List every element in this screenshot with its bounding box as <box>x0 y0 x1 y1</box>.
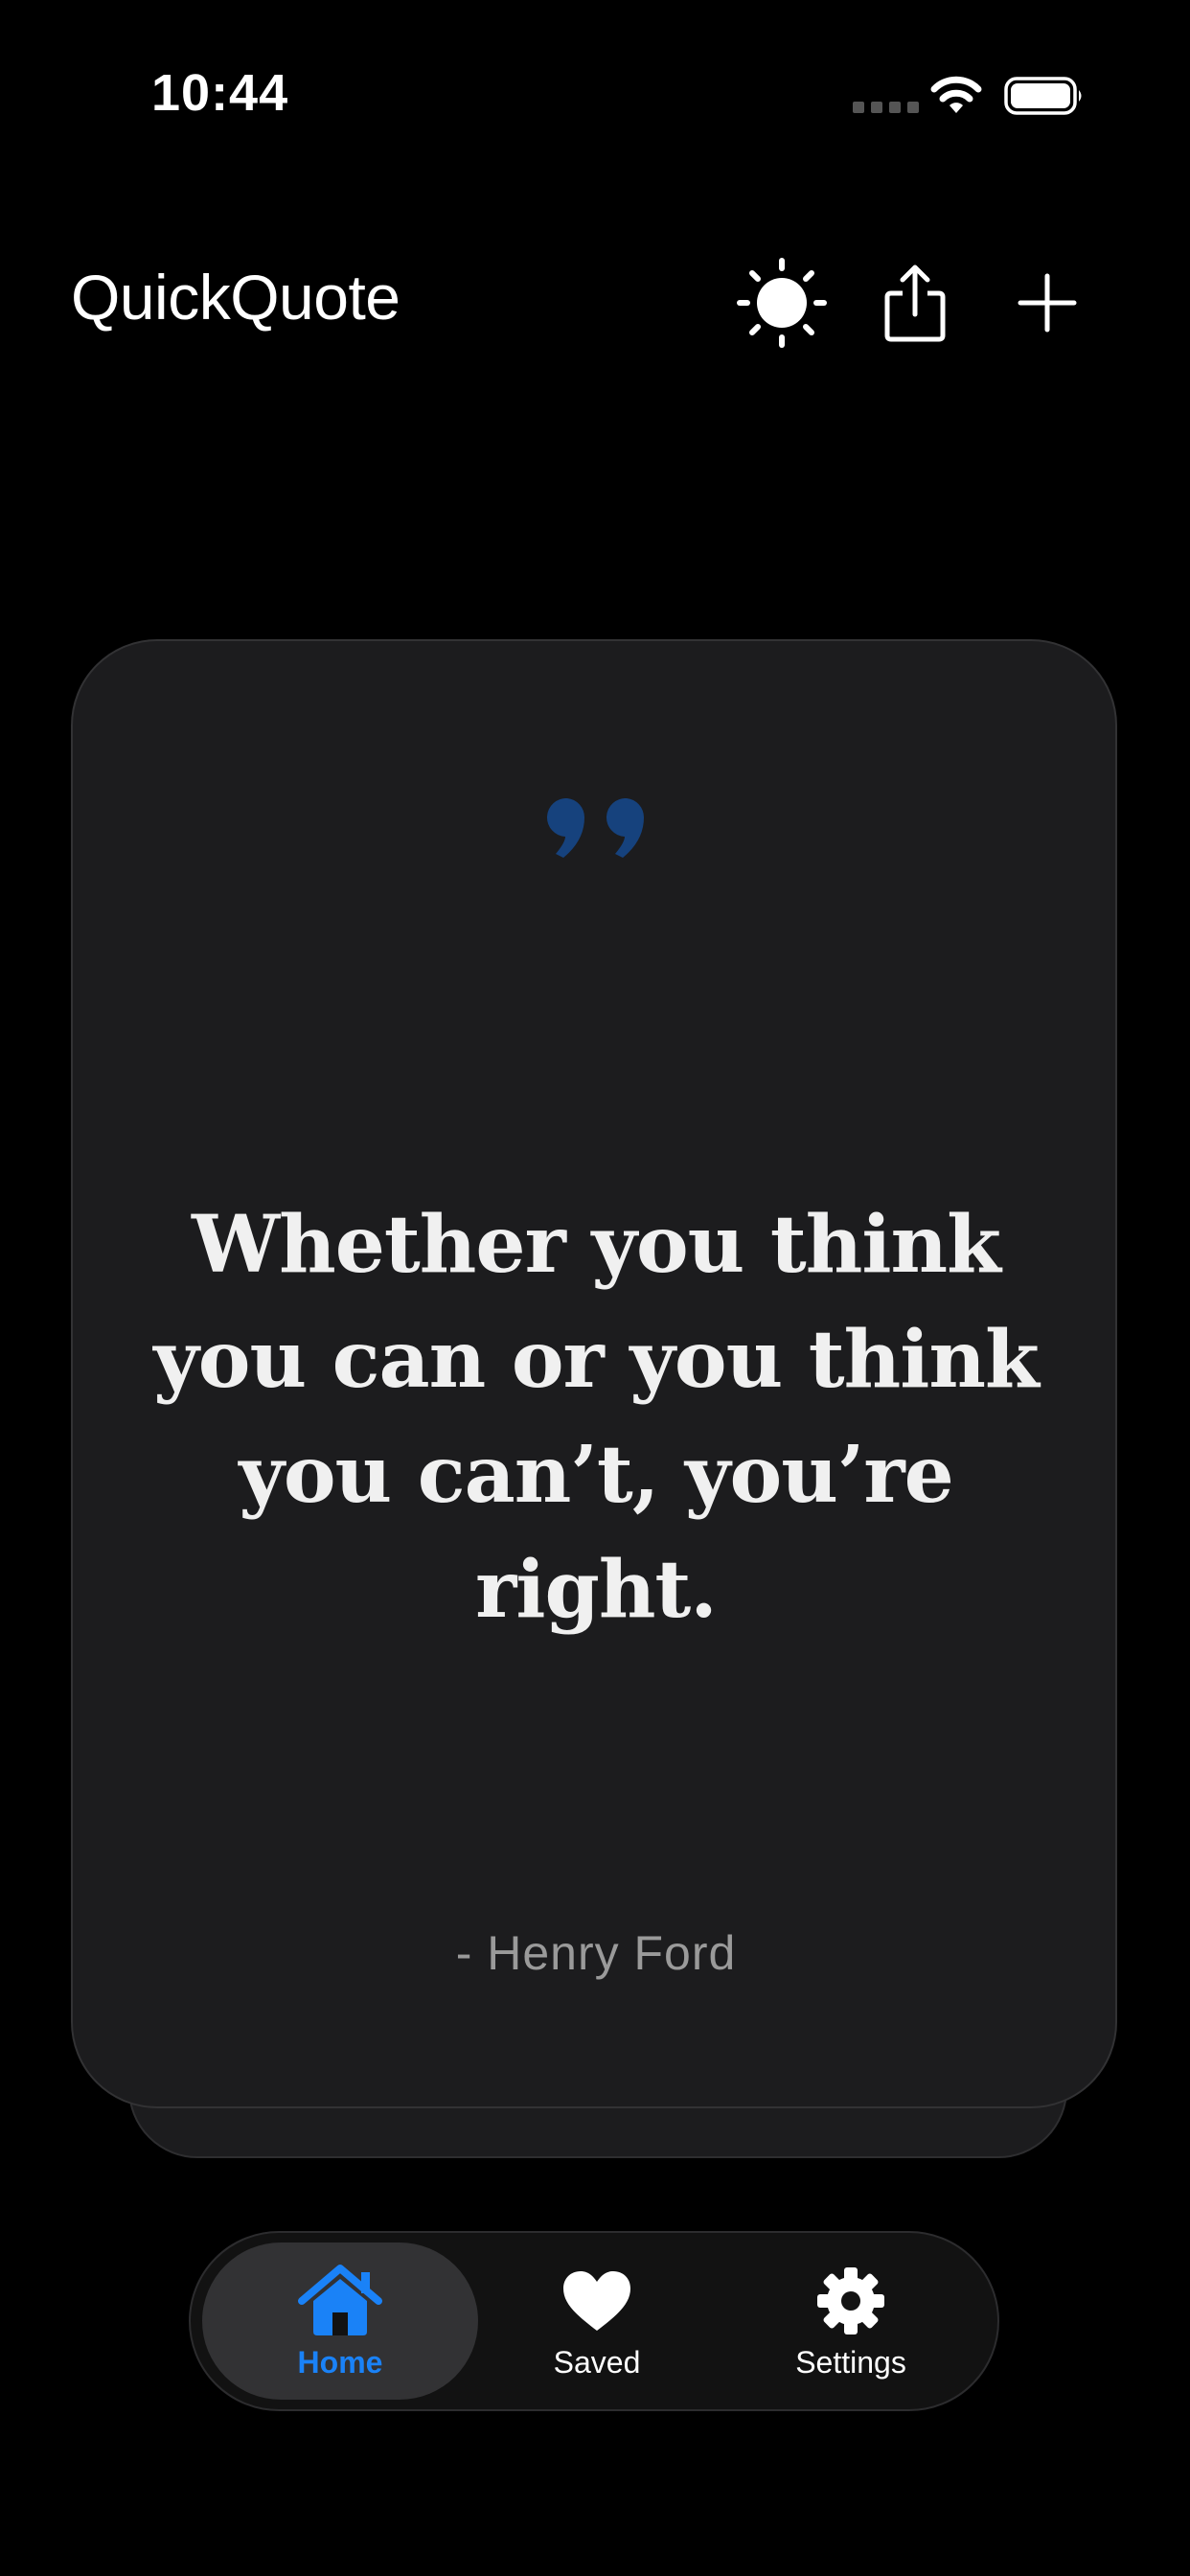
gear-icon <box>817 2266 884 2334</box>
tab-home[interactable]: Home <box>202 2242 478 2400</box>
battery-icon <box>1004 77 1082 115</box>
quote-author: - Henry Ford <box>455 1926 737 1980</box>
tab-saved[interactable]: Saved <box>459 2242 735 2400</box>
quote-card[interactable]: Whether you think you can or you think y… <box>71 639 1117 2108</box>
sun-icon <box>737 258 827 348</box>
share-button[interactable] <box>867 255 963 351</box>
theme-toggle-button[interactable] <box>734 255 830 351</box>
quote-mark-icon <box>546 798 645 858</box>
tab-bar: Home Saved Settings <box>189 2231 999 2411</box>
status-bar: 10:44 <box>0 0 1190 192</box>
status-time: 10:44 <box>151 64 289 122</box>
add-quote-button[interactable] <box>999 255 1095 351</box>
tab-settings[interactable]: Settings <box>713 2242 989 2400</box>
tab-home-label: Home <box>297 2344 383 2380</box>
heart-icon <box>563 2270 630 2331</box>
tab-saved-label: Saved <box>553 2344 641 2380</box>
quote-text: Whether you think you can or you think y… <box>153 1199 1040 1636</box>
cellular-signal-icon <box>853 102 919 113</box>
plus-icon <box>1018 273 1077 333</box>
share-icon <box>884 264 946 342</box>
home-icon <box>298 2264 382 2335</box>
tab-settings-label: Settings <box>795 2344 906 2380</box>
app-title: QuickQuote <box>71 262 400 333</box>
wifi-icon <box>930 76 982 113</box>
